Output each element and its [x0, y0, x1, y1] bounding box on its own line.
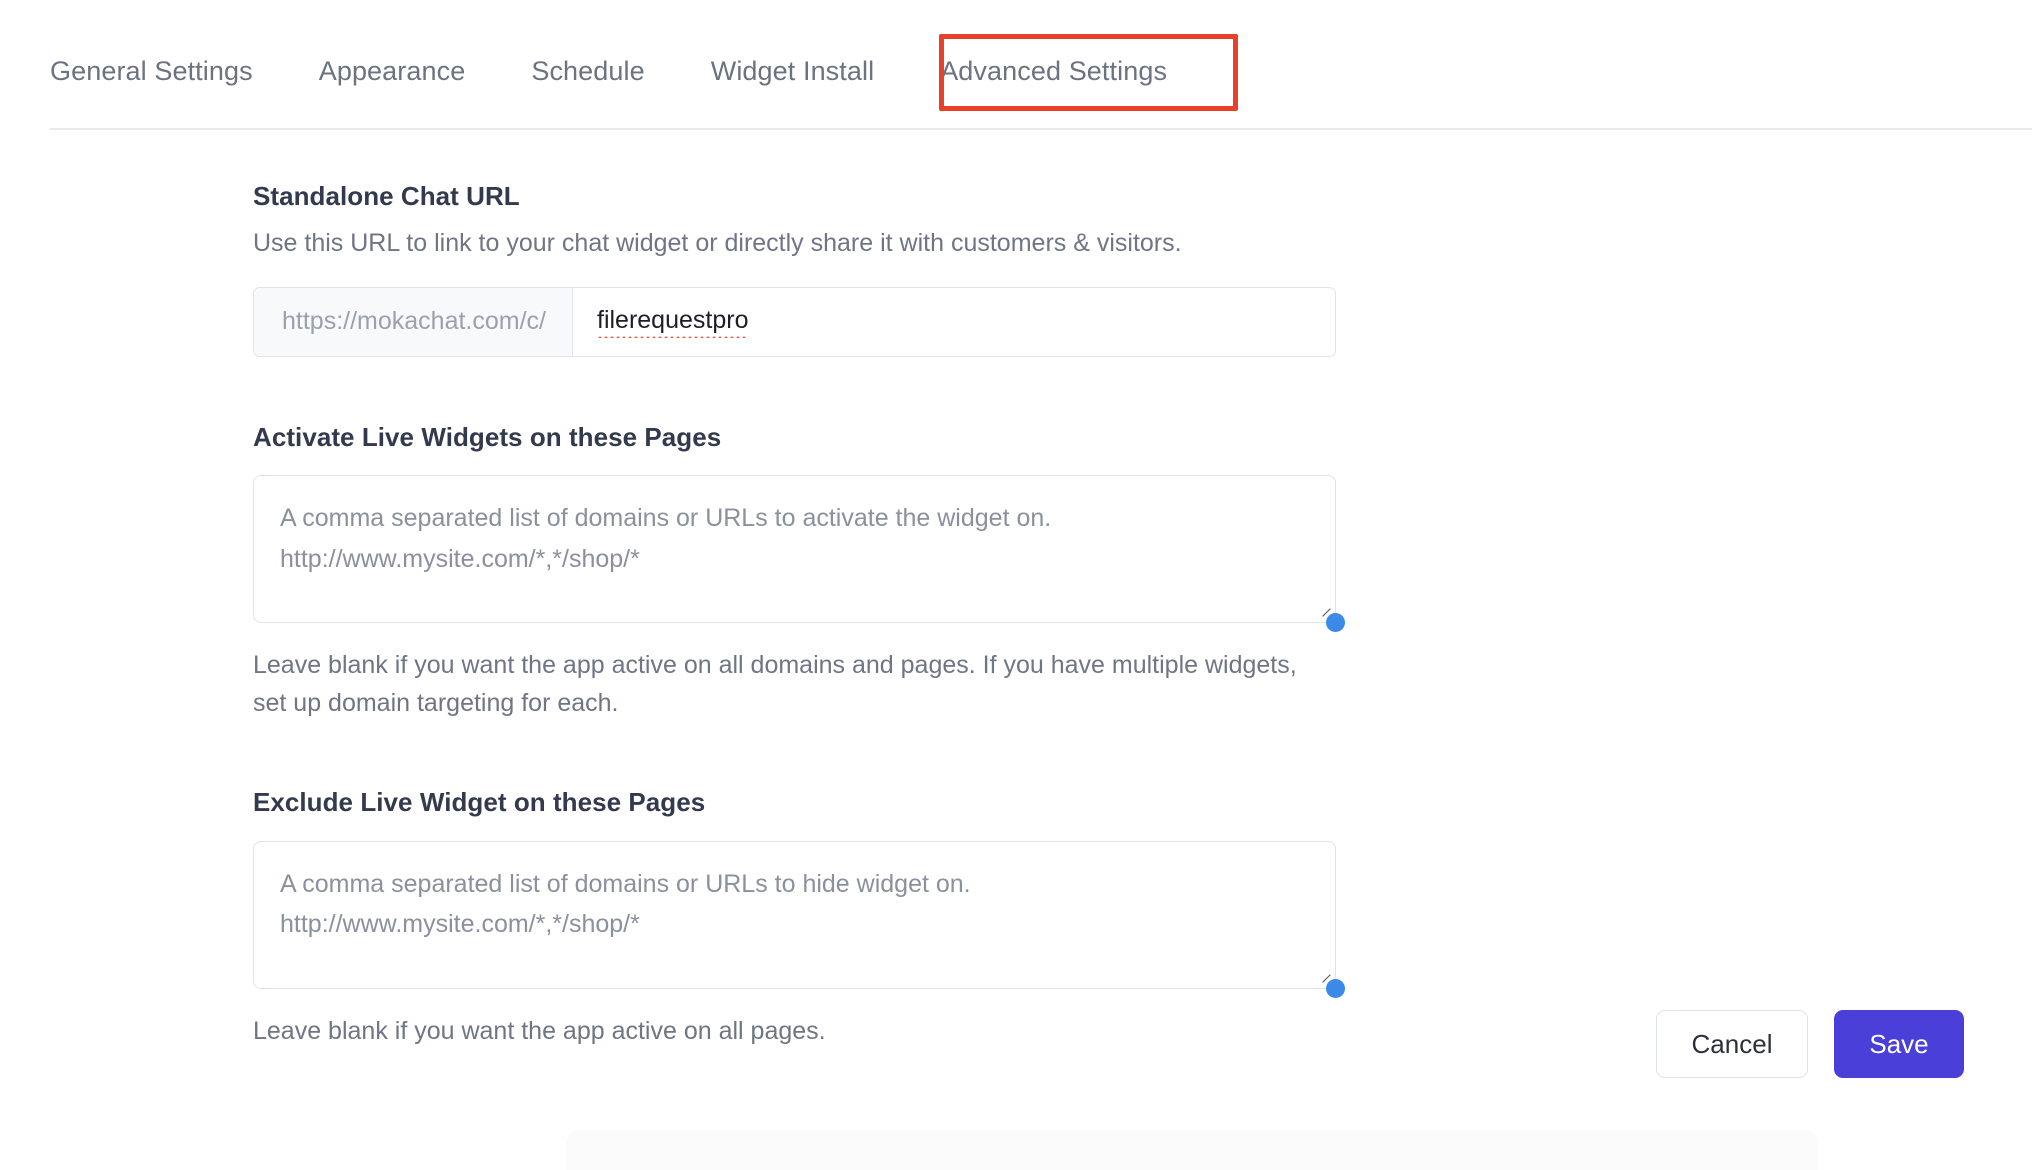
standalone-chat-url-input-wrap[interactable]: filerequestpro: [573, 287, 1335, 356]
settings-tab-bar: General Settings Appearance Schedule Wid…: [0, 0, 2032, 130]
standalone-chat-url-field-group[interactable]: https://mokachat.com/c/ filerequestpro: [253, 286, 1336, 357]
activate-pages-textarea[interactable]: [253, 475, 1336, 624]
tab-schedule[interactable]: Schedule: [531, 40, 644, 103]
standalone-chat-url-title: Standalone Chat URL: [253, 181, 520, 211]
tab-advanced-settings[interactable]: Advanced Settings: [940, 40, 1167, 103]
standalone-chat-url-input[interactable]: filerequestpro: [597, 306, 749, 339]
activate-pages-title: Activate Live Widgets on these Pages: [253, 421, 722, 452]
cancel-button[interactable]: Cancel: [1656, 1010, 1808, 1078]
bottom-card-edge: [566, 1130, 1818, 1170]
standalone-chat-url-description: Use this URL to link to your chat widget…: [253, 228, 1182, 257]
exclude-pages-resize-handle[interactable]: [1326, 978, 1345, 998]
tab-general-settings[interactable]: General Settings: [50, 40, 253, 103]
form-action-bar: Cancel Save: [1656, 1010, 1964, 1078]
advanced-settings-form: Standalone Chat URL Use this URL to link…: [253, 180, 1345, 1050]
tab-widget-install[interactable]: Widget Install: [711, 40, 874, 103]
exclude-pages-title: Exclude Live Widget on these Pages: [253, 787, 706, 818]
standalone-chat-url-prefix: https://mokachat.com/c/: [254, 287, 573, 356]
activate-pages-resize-handle[interactable]: [1326, 613, 1345, 633]
tab-appearance[interactable]: Appearance: [319, 40, 466, 103]
tab-list: General Settings Appearance Schedule Wid…: [50, 40, 1167, 103]
save-button[interactable]: Save: [1834, 1010, 1964, 1078]
exclude-pages-textarea-wrap: [253, 840, 1345, 998]
exclude-pages-textarea[interactable]: [253, 840, 1336, 989]
activate-pages-helper-text: Leave blank if you want the app active o…: [253, 651, 1297, 717]
exclude-pages-helper-text: Leave blank if you want the app active o…: [253, 1016, 826, 1045]
tab-bar-divider: [50, 128, 2032, 130]
activate-pages-textarea-wrap: [253, 475, 1345, 633]
